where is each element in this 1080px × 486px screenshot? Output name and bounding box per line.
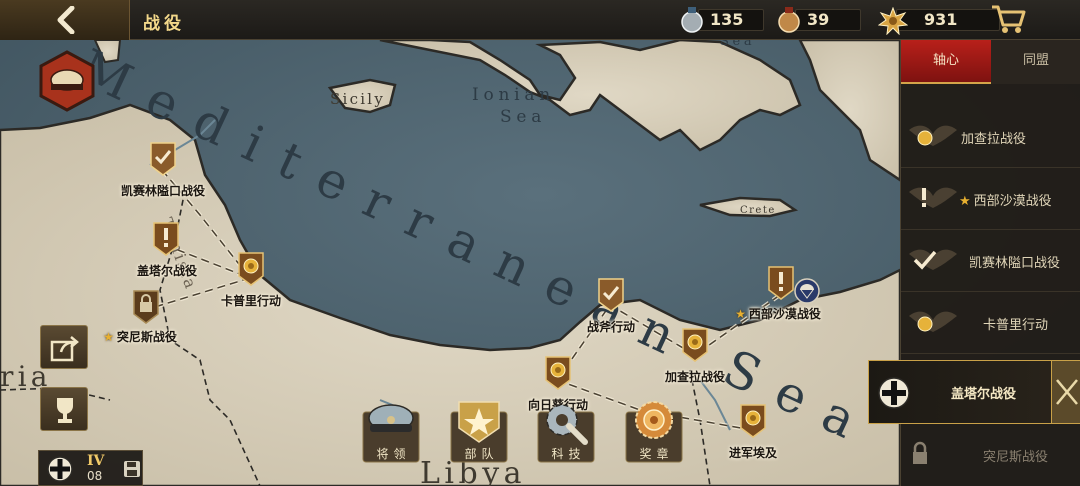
gold-count: 931 [924,10,958,29]
mission-node-battleaxe[interactable] [598,278,624,312]
generals-button-label: 将领 [376,447,411,461]
troops-button[interactable]: 部队 [450,398,508,464]
list-item-label: 凯赛林隘口战役 [969,256,1061,271]
list-item-label: 突尼斯战役 [983,450,1049,465]
tech-button-label: 科技 [551,447,586,461]
eagle-medal-icon [909,125,957,146]
medal-icon [635,401,673,439]
list-item-western-desert[interactable]: ★ 西部沙漠战役 [901,168,1080,230]
list-item-selected[interactable]: 盖塔尔战役 [868,360,1080,424]
mission-label-capri: 卡普里行动 [220,294,282,308]
commander-cap-icon [50,69,84,91]
back-arrow-icon [57,6,75,34]
list-item-tunis[interactable]: 突尼斯战役 [901,424,1080,486]
mission-label-gazala2: 加查拉战役 [664,370,726,384]
eagle-check-icon [909,249,957,270]
battle-start-button[interactable] [1051,361,1080,423]
iron-cross-icon [47,456,73,482]
silver-medal-icon [681,7,703,33]
list-item-capri[interactable]: 卡普里行动 [901,292,1080,354]
star-icon: ★ [735,307,746,321]
mission-label-kasserine: 凯赛林隘口战役 [120,184,206,198]
list-item-gazala[interactable]: 加查拉战役 [901,106,1080,168]
map-label-ionian-sea: Sea [500,107,547,127]
commander-button[interactable] [38,50,96,112]
mission-node-western-desert[interactable] [768,266,794,300]
share-button[interactable] [40,325,88,369]
trophy-icon [57,398,73,423]
list-item-label: 卡普里行动 [983,318,1049,333]
mission-node-egypt[interactable] [740,404,766,438]
list-item-label: 加查拉战役 [961,132,1027,147]
save-icon[interactable] [123,460,141,478]
lock-icon [140,302,152,312]
sunburst-medal-icon [878,7,908,35]
map-label-ionian: Ionian [472,85,555,105]
map-label-crete: Crete [740,205,776,216]
tab-axis[interactable]: 轴心 [901,40,991,84]
mission-node-capri[interactable] [238,252,264,286]
bronze-medal-icon [778,7,800,33]
shop-cart-icon[interactable] [990,3,1026,35]
paratrooper-icon[interactable] [794,278,820,304]
mission-node-kasserine[interactable] [150,142,176,176]
star-icon: ★ [959,194,971,209]
mission-label-tunis: ★ 突尼斯战役 [103,330,177,344]
list-item-label: 西部沙漠战役 [973,194,1052,209]
alert-icon [164,228,168,240]
mission-label-battleaxe: 战斧行动 [586,320,636,334]
generals-button[interactable]: 将领 [362,398,420,464]
mission-node-tunis[interactable] [133,290,159,324]
mission-label-western-desert: ★ 西部沙漠战役 [735,307,821,321]
rank-number: 08 [87,469,103,483]
officer-cap-icon [368,404,414,432]
lock-icon [913,441,927,464]
tech-button[interactable]: 科技 [537,398,595,464]
tab-allies[interactable]: 同盟 [991,40,1080,84]
selected-item-label: 盖塔尔战役 [951,387,1017,402]
medals-button[interactable]: 奖章 [625,398,683,464]
faction-panel[interactable]: IV 08 [38,450,143,486]
medals-button-label: 奖章 [639,447,674,461]
achievements-button[interactable] [40,387,88,431]
mission-node-gazala2[interactable] [682,328,708,362]
bronze-count: 39 [807,10,830,29]
troops-button-label: 部队 [464,447,499,461]
mission-label-egypt: 进军埃及 [728,446,778,460]
map-label-sicily: Sicily [330,90,386,108]
top-bar: 战役 135 39 931 [0,0,1080,40]
eagle-alert-icon [909,187,957,208]
eagle-medal-icon [909,311,957,332]
back-button[interactable] [0,0,130,40]
mission-label-gazala: 盖塔尔战役 [136,264,198,278]
mission-node-sunflower[interactable] [545,356,571,390]
alert-icon [779,272,783,284]
mission-node-gazala[interactable] [153,222,179,256]
crossed-rifles-icon [1056,379,1078,405]
rank-label: IV [87,453,105,469]
share-icon [50,336,79,362]
page-title: 战役 [143,14,185,34]
list-item-kasserine[interactable]: 凯赛林隘口战役 [901,230,1080,292]
iron-cross-icon [878,377,910,409]
silver-count: 135 [710,10,744,29]
star-icon: ★ [103,330,114,344]
